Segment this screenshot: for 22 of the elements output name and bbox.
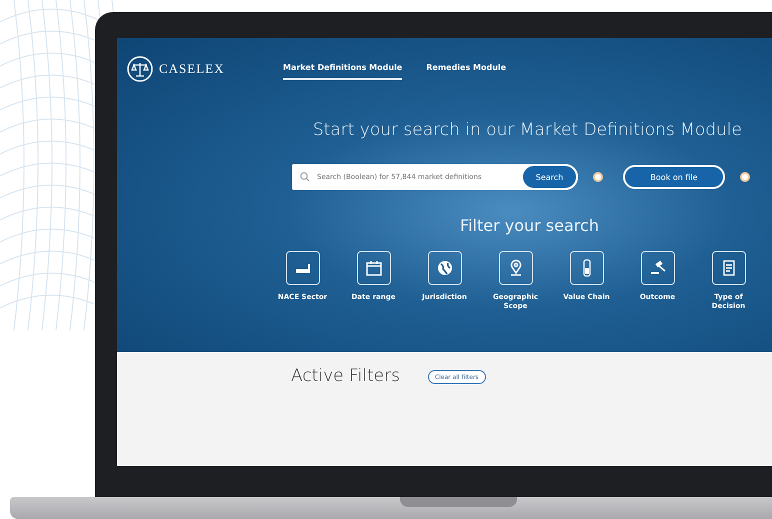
gavel-icon xyxy=(648,259,666,277)
book-on-file-button[interactable]: Book on file xyxy=(623,165,725,189)
filter-button[interactable] xyxy=(356,251,390,285)
globe-icon xyxy=(436,259,454,277)
search-button[interactable]: Search xyxy=(521,164,578,190)
info-icon[interactable] xyxy=(593,172,603,182)
filter-button[interactable] xyxy=(286,251,320,285)
active-filters-title: Active Filters xyxy=(291,366,400,386)
filter-heading: Filter your search xyxy=(459,216,600,235)
search-icon xyxy=(300,172,310,182)
nav-tab[interactable]: Remedies Module xyxy=(426,58,506,80)
info-icon[interactable] xyxy=(740,172,750,182)
filter-button[interactable] xyxy=(428,251,462,285)
scales-logo-icon xyxy=(127,56,153,82)
filter-button[interactable] xyxy=(712,251,746,285)
filter-button[interactable] xyxy=(498,251,532,285)
logo-wordmark: CASELEX xyxy=(159,61,224,77)
hero-heading: Start your search in our Market Definitions Module xyxy=(312,119,743,140)
calendar-icon xyxy=(364,259,382,277)
filter-button[interactable] xyxy=(570,251,604,285)
filter-button[interactable] xyxy=(640,251,674,285)
nav-tab[interactable]: Market Definitions Module xyxy=(283,58,402,80)
